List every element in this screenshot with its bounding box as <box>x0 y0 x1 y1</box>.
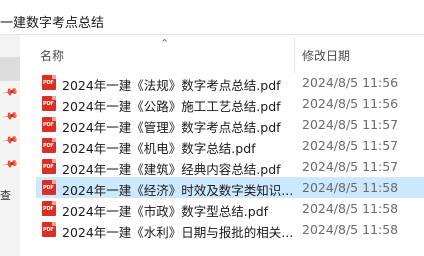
pin-icon[interactable]: 📌 <box>2 108 19 124</box>
sort-ascending-icon: ⌃ <box>160 37 170 50</box>
file-date: 2024/8/5 11:57 <box>302 159 399 174</box>
file-row[interactable]: PDF 2024年一建《公路》施工工艺总结.pdf 2024/8/5 11:56 <box>36 93 424 114</box>
column-header: 名称 ⌃ 修改日期 <box>20 35 424 73</box>
file-name: 2024年一建《市政》数字型总结.pdf <box>62 204 269 219</box>
file-name: 2024年一建《法规》数字考点总结.pdf <box>62 78 281 93</box>
pin-icon[interactable]: 📌 <box>2 84 19 100</box>
file-date: 2024/8/5 11:57 <box>302 117 399 132</box>
file-date: 2024/8/5 11:58 <box>302 201 399 216</box>
file-name: 2024年一建《经济》时效及数字类知识... <box>62 183 294 198</box>
column-header-date[interactable]: 修改日期 <box>302 47 350 64</box>
file-row[interactable]: PDF 2024年一建《建筑》经典内容总结.pdf 2024/8/5 11:57 <box>36 156 424 177</box>
file-row-selected[interactable]: PDF 2024年一建《经济》时效及数字类知识... 2024/8/5 11:5… <box>36 177 424 198</box>
file-row[interactable]: PDF 2024年一建《机电》数字总结.pdf 2024/8/5 11:57 <box>36 135 424 156</box>
pdf-file-icon: PDF <box>42 222 56 237</box>
file-date: 2024/8/5 11:58 <box>302 180 399 195</box>
file-list: PDF 2024年一建《法规》数字考点总结.pdf 2024/8/5 11:56… <box>36 72 424 240</box>
navigation-pane: 📌 📌 📌 📌 查 <box>0 35 20 256</box>
pin-icon[interactable]: 📌 <box>2 132 19 148</box>
file-date: 2024/8/5 11:57 <box>302 138 399 153</box>
file-name: 2024年一建《公路》施工工艺总结.pdf <box>62 99 281 114</box>
file-row[interactable]: PDF 2024年一建《水利》日期与报批的相关... 2024/8/5 11:5… <box>36 219 424 240</box>
file-name: 2024年一建《建筑》经典内容总结.pdf <box>62 162 281 177</box>
file-date: 2024/8/5 11:56 <box>302 75 399 90</box>
file-date: 2024/8/5 11:58 <box>302 222 399 237</box>
pdf-file-icon: PDF <box>42 75 56 90</box>
nav-item-selected[interactable] <box>0 57 20 81</box>
pdf-file-icon: PDF <box>42 201 56 216</box>
pdf-file-icon: PDF <box>42 180 56 195</box>
nav-item-label-partial[interactable]: 查 <box>0 187 11 203</box>
pdf-file-icon: PDF <box>42 138 56 153</box>
pdf-file-icon: PDF <box>42 117 56 132</box>
pin-icon[interactable]: 📌 <box>2 156 19 172</box>
column-divider[interactable] <box>294 37 295 73</box>
file-name: 2024年一建《管理》数字考点总结.pdf <box>62 120 281 135</box>
title-bar: 一建数字考点总结 <box>0 0 424 35</box>
file-row[interactable]: PDF 2024年一建《法规》数字考点总结.pdf 2024/8/5 11:56 <box>36 72 424 93</box>
file-row[interactable]: PDF 2024年一建《管理》数字考点总结.pdf 2024/8/5 11:57 <box>36 114 424 135</box>
window-title: 一建数字考点总结 <box>0 16 105 31</box>
file-name: 2024年一建《机电》数字总结.pdf <box>62 141 256 156</box>
pdf-file-icon: PDF <box>42 96 56 111</box>
file-date: 2024/8/5 11:56 <box>302 96 399 111</box>
column-header-name[interactable]: 名称 <box>40 47 64 64</box>
file-row[interactable]: PDF 2024年一建《市政》数字型总结.pdf 2024/8/5 11:58 <box>36 198 424 219</box>
file-name: 2024年一建《水利》日期与报批的相关... <box>62 225 294 240</box>
pdf-file-icon: PDF <box>42 159 56 174</box>
